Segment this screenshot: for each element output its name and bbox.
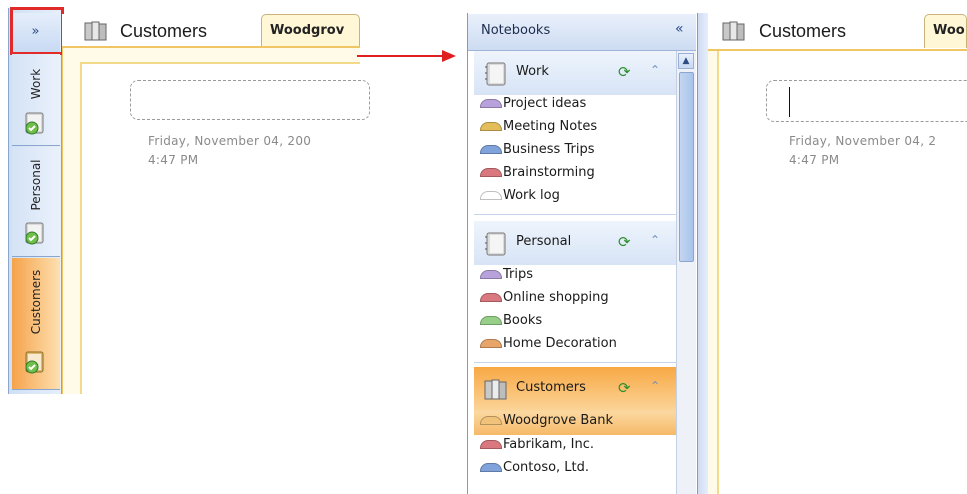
arrow-head: [442, 50, 456, 62]
notebook-header-work[interactable]: Work ⟳ ⌃: [474, 51, 676, 95]
page-title-field[interactable]: [766, 80, 967, 122]
section-item[interactable]: Work log: [480, 188, 560, 210]
notebook-tab-label: Personal: [29, 159, 43, 211]
page-date: Friday, November 04, 200: [148, 134, 312, 148]
section-tab-icon: [480, 293, 502, 302]
chevron-up-icon[interactable]: ⌃: [650, 63, 660, 77]
section-list-customers: Woodgrove Bank Fabrikam, Inc. Contoso, L…: [474, 411, 676, 494]
section-item[interactable]: Trips: [480, 267, 533, 289]
text-caret: [789, 87, 790, 117]
notebook-tab-label: Customers: [29, 269, 43, 335]
section-list-personal: Trips Online shopping Books Home Decorat…: [474, 265, 676, 363]
section-list-work: Project ideas Meeting Notes Business Tri…: [474, 95, 676, 215]
navigation-title: Notebooks: [481, 23, 551, 38]
notebook-tab-work[interactable]: Work: [12, 54, 60, 146]
section-item[interactable]: Contoso, Ltd.: [480, 460, 589, 482]
section-tab-icon: [480, 99, 502, 108]
section-item[interactable]: Meeting Notes: [480, 119, 597, 141]
section-tab-icon: [480, 440, 502, 449]
arrow-line: [357, 55, 443, 57]
section-title: Customers: [759, 21, 847, 41]
notebook-tab-customers[interactable]: Customers: [12, 258, 60, 390]
scroll-thumb[interactable]: [679, 72, 694, 262]
section-tab-icon: [480, 339, 502, 348]
section-title: Customers: [120, 21, 208, 41]
pane-splitter[interactable]: [698, 13, 708, 494]
section-group-icon: [84, 21, 107, 41]
highlight-box: [10, 7, 64, 55]
page-time: 4:47 PM: [789, 153, 840, 167]
sync-icon[interactable]: ⟳: [618, 379, 631, 397]
notebook-header-personal[interactable]: Personal ⟳ ⌃: [474, 221, 676, 265]
chevron-up-icon[interactable]: ⌃: [650, 379, 660, 393]
notebook-tab-label: Work: [29, 68, 43, 100]
section-tab-icon: [480, 145, 502, 154]
page-time: 4:47 PM: [148, 153, 199, 167]
section-item[interactable]: Project ideas: [480, 96, 586, 118]
section-tab-icon: [480, 463, 502, 472]
notebook-icon: [485, 232, 506, 256]
notebook-tab-personal[interactable]: Personal: [12, 147, 60, 257]
sync-icon[interactable]: ⟳: [618, 63, 631, 81]
notebook-icon: [25, 112, 44, 135]
sync-icon[interactable]: ⟳: [618, 233, 631, 251]
section-item[interactable]: Online shopping: [480, 290, 609, 312]
notebook-icon: [25, 222, 44, 245]
page-tab-woodgrove[interactable]: Woodgrov: [261, 14, 360, 48]
page-tab-woodgrove[interactable]: Woo: [924, 14, 967, 48]
notebook-icon: [485, 62, 506, 86]
section-tab-icon: [480, 270, 502, 279]
section-item-selected[interactable]: Woodgrove Bank: [480, 413, 613, 435]
notebook-header-customers[interactable]: Customers ⟳ ⌃: [474, 367, 676, 411]
section-tab-icon: [480, 168, 502, 177]
notebook-name: Work: [516, 64, 549, 79]
notebook-icon: [25, 351, 44, 374]
scroll-up-button[interactable]: ▲: [678, 53, 694, 69]
section-group-icon: [484, 379, 507, 400]
section-tab-icon: [480, 191, 502, 200]
notebook-name: Customers: [516, 380, 586, 395]
section-item[interactable]: Fabrikam, Inc.: [480, 437, 594, 459]
section-item[interactable]: Brainstorming: [480, 165, 595, 187]
section-item[interactable]: Business Trips: [480, 142, 594, 164]
section-item[interactable]: Home Decoration: [480, 336, 617, 358]
page-date: Friday, November 04, 2: [789, 134, 937, 148]
section-tab-icon: [480, 122, 502, 131]
section-tab-icon: [480, 316, 502, 325]
notebook-name: Personal: [516, 234, 572, 249]
section-item[interactable]: Books: [480, 313, 542, 335]
collapse-navigation-button[interactable]: «: [675, 21, 684, 37]
page-title-field[interactable]: [130, 80, 370, 120]
chevron-up-icon[interactable]: ⌃: [650, 233, 660, 247]
section-group-icon: [722, 21, 745, 41]
section-tab-icon: [480, 416, 502, 425]
